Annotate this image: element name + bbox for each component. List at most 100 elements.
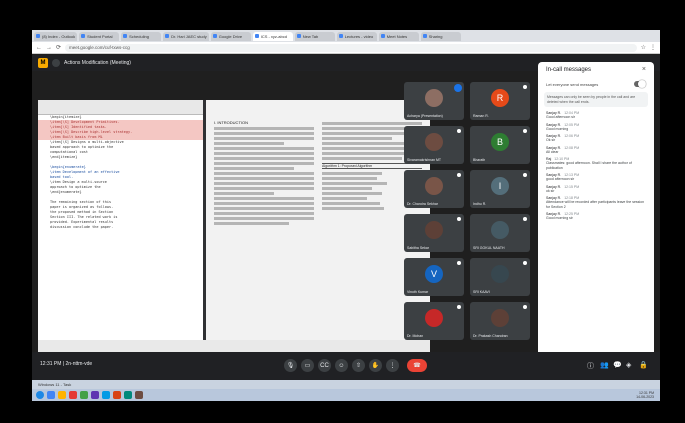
meeting-title: Actions Modification (Meeting) [64, 60, 131, 66]
tab-label: Google Drive [218, 33, 243, 39]
chat-message: Sanjay R. 12:05 PM Good morning [546, 123, 646, 132]
participant-tile[interactable]: B Bharath [470, 126, 530, 164]
spreadsheet-icon[interactable] [80, 391, 88, 399]
browser-tab-strip: (8) Index - Outlook Student Portal Schedul… [32, 30, 660, 42]
browser-tab[interactable]: Scheduling [121, 31, 162, 41]
browser-tab[interactable]: Dr. Hari JAEC study [163, 31, 209, 41]
browser-tab[interactable]: Meet Notes [378, 31, 419, 41]
start-icon[interactable] [36, 391, 44, 399]
avatar [425, 89, 443, 107]
pdf-app-icon[interactable] [69, 391, 77, 399]
message-list: Sanjay R. 12:04 PM Good afternoon sir Sanja… [538, 111, 654, 221]
lock-icon[interactable]: 🔒 [639, 361, 648, 369]
browser-tab[interactable]: Google Drive [210, 31, 251, 41]
url-field[interactable]: meet.google.com/cuf-txws-ccg [65, 43, 637, 52]
reload-icon[interactable]: ⟳ [56, 44, 61, 51]
emoji-icon[interactable]: ☺ [335, 359, 348, 372]
chat-icon[interactable]: 💬 [613, 361, 622, 369]
chat-message: Sanjay R. 12:18 PM Attendance will be reco… [546, 196, 646, 209]
tab-label: Sharing [428, 33, 443, 39]
message-time: 12:08 PM [564, 145, 580, 150]
chat-permission-toggle[interactable] [634, 80, 646, 88]
message-time: 12:06 PM [564, 134, 580, 138]
powerpoint-icon[interactable] [113, 391, 121, 399]
participant-tile[interactable]: R Raman R. [470, 82, 530, 120]
mic-status-icon [523, 261, 527, 265]
message-body: Good afternoon sir [546, 115, 575, 119]
browser-tab[interactable]: Student Portal [79, 31, 120, 41]
code-line: discussion conclude the paper. [50, 225, 114, 229]
tab-label: Dr. Hari JAEC study [171, 33, 207, 39]
participant-name: Raman R. [473, 114, 489, 118]
participant-name: Sabitha Sekar [407, 246, 429, 250]
tab-favicon-icon [254, 34, 259, 38]
participant-tile[interactable]: V Vinoth Kumar [404, 258, 464, 296]
tab-label: Meet Notes [386, 33, 408, 39]
mic-icon[interactable]: 🎙 [284, 359, 297, 372]
browser-tab[interactable]: Lectures - video [336, 31, 377, 41]
system-tray: 12:31 PM 14-06-2023 [636, 391, 654, 399]
participant-tile[interactable]: I Indhu R. [470, 170, 530, 208]
sender-name: Sanjay R. [546, 184, 562, 189]
bookmark-star-icon[interactable]: ☆ [641, 44, 646, 51]
participant-tile[interactable]: Sabitha Sekar [404, 214, 464, 252]
tab-label: ICS - xyz-abcd [260, 33, 287, 39]
back-icon[interactable]: ← [36, 45, 42, 51]
participant-name: Sivaramakrishnan MT [407, 158, 442, 162]
browser-tab[interactable]: Sharing [420, 31, 461, 41]
present-icon[interactable]: ⇧ [352, 359, 365, 372]
tab-favicon-icon [36, 34, 40, 38]
folder-icon[interactable] [58, 391, 66, 399]
speaking-indicator-icon [454, 84, 462, 92]
people-icon[interactable]: 👥 [600, 361, 609, 369]
message-body: ok sir [546, 188, 555, 193]
participant-tile[interactable]: SRI GOKUL NAATH [470, 214, 530, 252]
chrome-icon[interactable] [47, 391, 55, 399]
captions-icon[interactable]: CC [318, 359, 331, 372]
pdf-heading: I. INTRODUCTION [214, 120, 248, 125]
windows-taskbar: 12:31 PM 14-06-2023 [32, 389, 660, 401]
forward-icon[interactable]: → [46, 45, 52, 51]
participant-tile[interactable]: Dr. Mohan [404, 302, 464, 340]
mic-status-icon [457, 217, 461, 221]
tab-favicon-icon [422, 34, 427, 38]
pdf-preview: I. INTRODUCTION Algorithm 1: Proposed Al… [206, 100, 430, 340]
participant-tile[interactable]: Acharya (Presentation) [404, 82, 464, 120]
chat-header: In-call messages × [538, 62, 654, 78]
terminal-icon[interactable] [124, 391, 132, 399]
tab-favicon-icon [212, 34, 217, 38]
info-icon[interactable]: ⓘ [587, 361, 594, 371]
close-icon[interactable]: × [642, 66, 646, 73]
participant-name: Vinoth Kumar [407, 290, 429, 294]
participant-tile[interactable]: Dr. Chandra Sekhar [404, 170, 464, 208]
participant-tile[interactable]: SRI KAAVI [470, 258, 530, 296]
meet-logo: M [38, 58, 48, 68]
browser-tab[interactable]: ICS - xyz-abcd [252, 31, 293, 41]
browser-menu-icon[interactable]: ⋮ [650, 44, 656, 51]
avatar: I [491, 177, 509, 195]
tab-label: Student Portal [87, 33, 113, 39]
participant-tile[interactable]: Sivaramakrishnan MT [404, 126, 464, 164]
editor-toolbar [38, 100, 203, 115]
mic-status-icon [523, 305, 527, 309]
chat-message: Sanjay R. 12:04 PM Good afternoon sir [546, 111, 646, 120]
settings-icon[interactable] [135, 391, 143, 399]
tab-label: New Tab [302, 33, 319, 39]
camera-icon[interactable]: ▭ [301, 359, 314, 372]
participant-tile[interactable]: Dr. Prakash Chandran [470, 302, 530, 340]
taskbar-label: Windows 11 - Task [38, 382, 72, 387]
word-icon[interactable] [102, 391, 110, 399]
activities-icon[interactable]: ◈ [626, 361, 631, 369]
raise-hand-icon[interactable]: ✋ [369, 359, 382, 372]
tab-favicon-icon [338, 34, 343, 38]
leave-call-button[interactable]: ☎ [407, 359, 427, 372]
tab-label: Lectures - video [344, 33, 374, 39]
participant-name: Acharya (Presentation) [407, 114, 443, 118]
browser-tab[interactable]: (8) Index - Outlook [34, 31, 78, 41]
editor-app-icon[interactable] [91, 391, 99, 399]
chat-message: Sanjay R. 12:13 PM good afternoon sir [546, 173, 646, 182]
avatar: R [491, 89, 509, 107]
more-options-icon[interactable]: ⋮ [386, 359, 399, 372]
sender-name: Sanjay R. [546, 122, 562, 127]
browser-tab[interactable]: New Tab [294, 31, 335, 41]
